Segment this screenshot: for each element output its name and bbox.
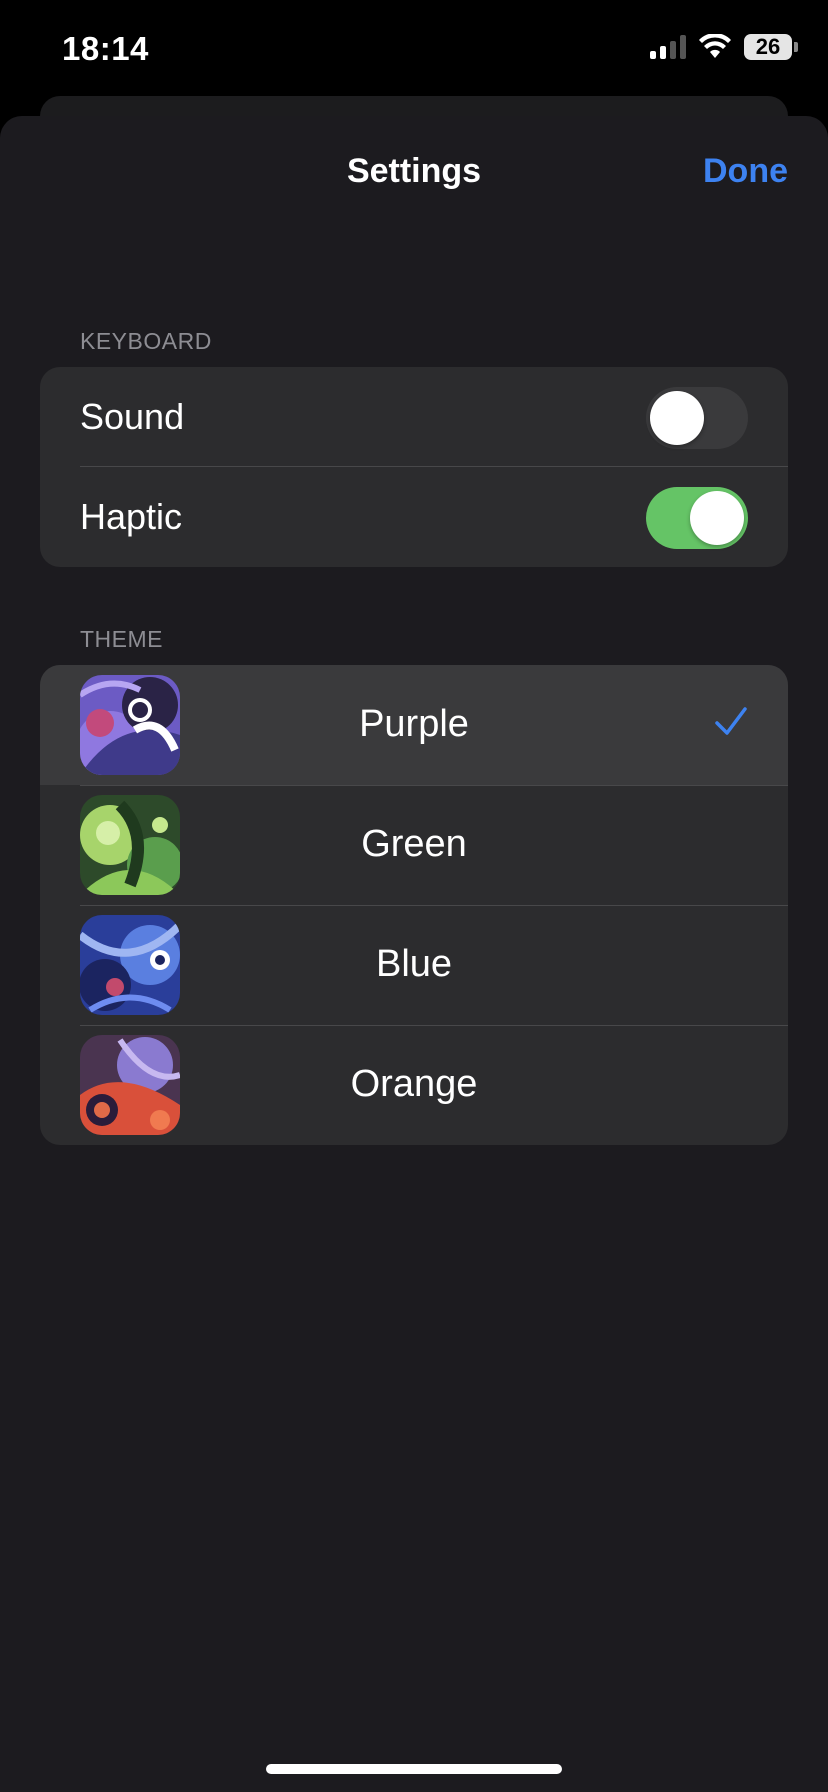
keyboard-group: Sound Haptic [40,367,788,567]
toggle-knob [690,491,744,545]
divider [80,905,788,906]
theme-section-header: THEME [80,626,163,652]
status-indicators: 26 [650,34,798,60]
keyboard-section-header: KEYBOARD [80,328,212,354]
divider [80,1025,788,1026]
battery-icon: 26 [744,34,798,60]
haptic-toggle[interactable] [646,487,748,549]
haptic-row: Haptic [40,467,788,567]
theme-label-orange: Orange [350,1063,478,1105]
theme-row-purple[interactable]: Purple [40,665,788,785]
done-button[interactable]: Done [703,152,788,191]
cellular-signal-icon [650,35,686,59]
theme-label-blue: Blue [375,943,453,985]
theme-row-blue[interactable]: Blue [40,905,788,1025]
wifi-icon [699,34,731,58]
theme-row-orange[interactable]: Orange [40,1025,788,1145]
home-indicator[interactable] [266,1764,562,1774]
checkmark-icon [715,707,747,735]
theme-label-green: Green [361,823,467,865]
sound-label: Sound [80,396,185,437]
toggle-knob [650,391,704,445]
battery-level: 26 [755,34,781,59]
haptic-label: Haptic [80,496,183,537]
theme-label-purple: Purple [359,703,469,745]
theme-row-green[interactable]: Green [40,785,788,905]
status-time: 18:14 [62,30,149,67]
status-bar: 18:14 26 [0,0,828,100]
settings-sheet: Settings Done KEYBOARD Sound Haptic THEM… [0,116,828,1792]
sound-row: Sound [40,367,788,467]
theme-group: Purple Green Blue Orange [40,665,788,1145]
sound-toggle[interactable] [646,387,748,449]
divider [80,785,788,786]
